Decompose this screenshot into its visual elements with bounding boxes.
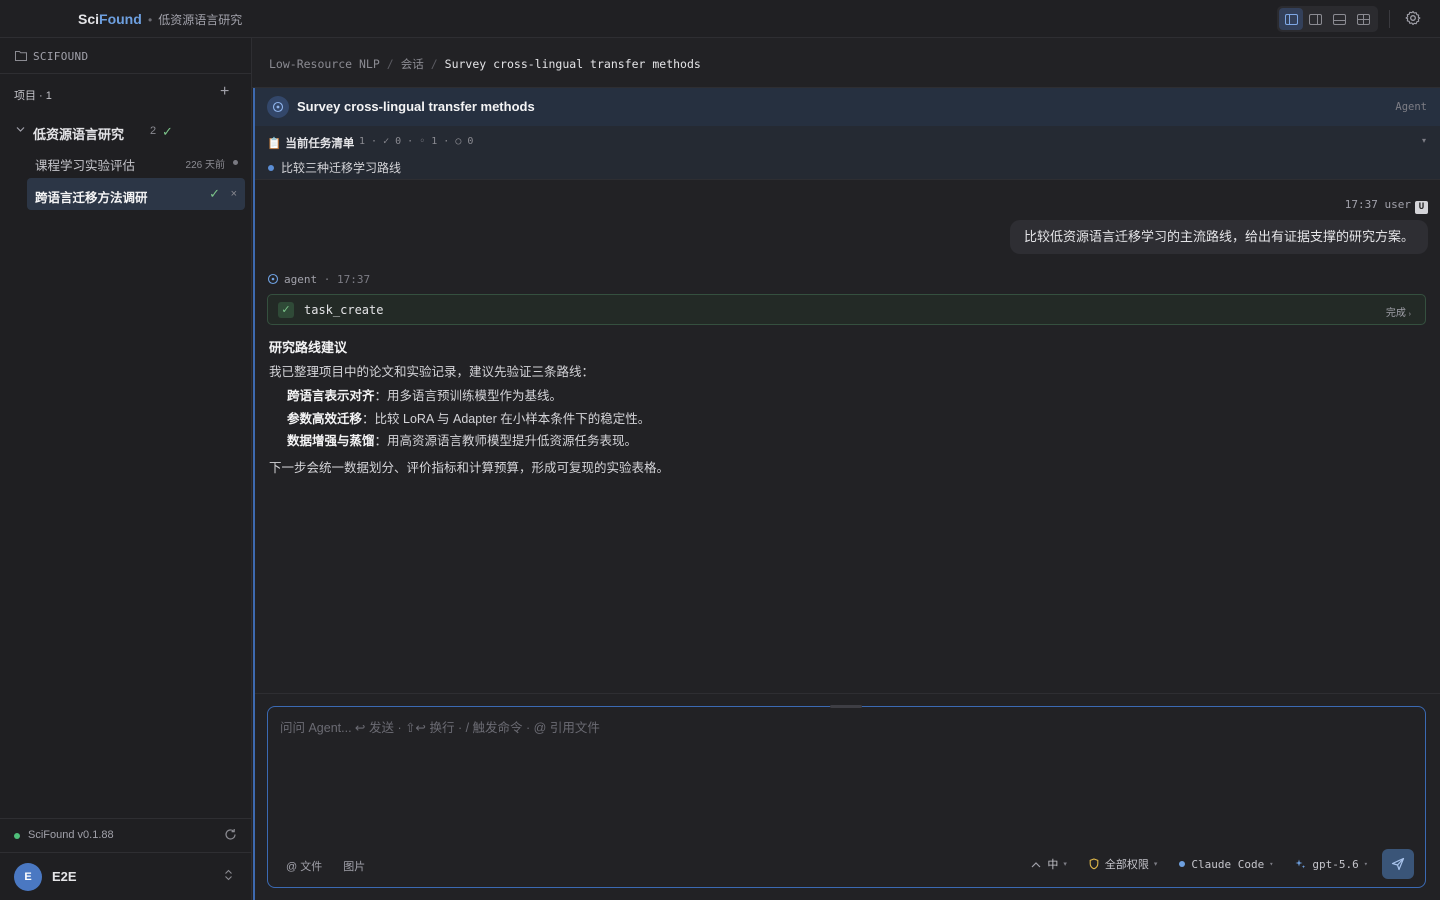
bottom-panel-icon — [1332, 13, 1346, 25]
attach-image-button[interactable]: 图片 — [343, 861, 365, 873]
project-name: 低资源语言研究 — [33, 127, 125, 142]
current-project-label: • 低资源语言研究 — [148, 13, 243, 27]
list-item: 参数高效迁移：比较 LoRA 与 Adapter 在小样本条件下的稳定性。 — [287, 411, 651, 426]
session-title: 课程学习实验评估 — [35, 159, 136, 173]
attachment-options: @ 文件 图片 — [286, 858, 383, 874]
agent-icon — [267, 273, 279, 285]
avatar: E — [14, 863, 42, 891]
answer-heading: 研究路线建议 — [269, 340, 348, 355]
agent-dot-icon — [1179, 861, 1186, 867]
check-icon: ✓ — [209, 186, 220, 201]
session-role: Agent — [1395, 101, 1427, 113]
layout-switcher — [1277, 6, 1378, 32]
task-list-header[interactable]: 📋 当前任务清单 — [267, 135, 354, 151]
workspace-label: SCIFOUND — [33, 50, 89, 63]
breadcrumb: Low-Resource NLP / 会话 / Survey cross-lingual… — [269, 57, 701, 71]
tool-name: task_create — [304, 303, 384, 317]
effort-selector[interactable]: 中 ▾ — [1031, 856, 1067, 872]
breadcrumb-project[interactable]: Low-Resource NLP — [269, 57, 380, 71]
clipboard-icon: 📋 — [267, 138, 282, 150]
layout-bottom-panel-button[interactable] — [1327, 8, 1351, 30]
layout-grid-button[interactable] — [1351, 8, 1375, 30]
sidebar: SCIFOUND 项目 · 1 + 低资源语言研究 2 ✓ 课程学习实验评估 2… — [0, 38, 252, 900]
top-bar: SciFound • 低资源语言研究 — [0, 0, 1440, 38]
answer-points: 跨语言表示对齐：用多语言预训练模型作为基线。 参数高效迁移：比较 LoRA 与 … — [269, 385, 1169, 453]
grid-icon — [1356, 13, 1370, 25]
list-item: 跨语言表示对齐：用多语言预训练模型作为基线。 — [287, 389, 563, 403]
chevron-up-icon — [1031, 861, 1041, 867]
gear-icon — [1405, 10, 1421, 26]
check-icon: ✓ — [278, 302, 294, 318]
breadcrumb-current: Survey cross-lingual transfer methods — [444, 57, 701, 71]
tool-status: 完成 › — [1385, 308, 1411, 319]
collapse-icon[interactable]: ▾ — [1422, 136, 1426, 145]
send-button[interactable] — [1382, 849, 1414, 879]
composer: @ 文件 图片 中▾ 全部权限▾ Claude Code▾ gpt-5.6▾ — [267, 706, 1426, 888]
task-stats: 1 · ✓ 0 · ◦ 1 · ○ 0 — [359, 136, 474, 147]
projects-header: 项目 · 1 — [14, 90, 52, 102]
answer-outro: 下一步会统一数据划分、评价指标和计算预算，形成可复现的实验表格。 — [269, 460, 670, 475]
session-time: 226 天前 — [185, 160, 225, 171]
divider — [255, 693, 1440, 694]
chevron-updown-icon — [225, 869, 232, 881]
settings-button[interactable] — [1405, 10, 1421, 29]
refresh-icon[interactable] — [224, 828, 237, 841]
session-title: Survey cross-lingual transfer methods — [297, 99, 535, 114]
version-label: SciFound v0.1.88 — [28, 829, 114, 841]
shield-icon — [1089, 858, 1099, 870]
user-menu[interactable]: E E2E — [0, 852, 251, 900]
message-input[interactable] — [280, 717, 1410, 827]
app-logo: SciFound — [78, 11, 142, 27]
list-item: 数据增强与蒸馏：用高资源语言教师模型提升低资源任务表现。 — [287, 434, 638, 448]
chevron-down-icon — [16, 127, 25, 132]
session-title: 跨语言迁移方法调研 — [35, 191, 148, 205]
left-panel-icon — [1284, 13, 1298, 25]
agent-message-meta: agent · 17:37 — [267, 273, 370, 286]
session-header: Survey cross-lingual transfer methods Ag… — [255, 88, 1440, 126]
session-item-active[interactable]: 跨语言迁移方法调研 ✓ × — [27, 178, 245, 210]
composer-controls: 中 ▾ 全部权限 ▾ Claude Code ▾ gpt-5.6 ▾ — [1031, 849, 1414, 879]
tool-call-card[interactable]: ✓ task_create 完成 › — [267, 294, 1426, 325]
workspace-header[interactable]: SCIFOUND — [0, 38, 251, 74]
project-group[interactable]: 低资源语言研究 2 ✓ — [14, 122, 244, 142]
breadcrumb-section[interactable]: 会话 — [401, 57, 424, 71]
status-dot — [233, 160, 238, 165]
chat-area: 17:37 user U 比较低资源语言迁移学习的主流路线，给出有证据支撑的研究方… — [255, 180, 1440, 693]
resize-handle[interactable] — [830, 705, 862, 708]
folder-icon — [15, 51, 27, 61]
attach-file-button[interactable]: @ 文件 — [286, 861, 322, 873]
task-item: 比较三种迁移学习路线 — [268, 159, 401, 176]
version-row: SciFound v0.1.88 — [0, 818, 251, 852]
close-session-button[interactable]: × — [231, 188, 237, 200]
sparkle-icon — [1295, 859, 1306, 868]
check-icon: ✓ — [162, 124, 173, 139]
layout-right-sidebar-button[interactable] — [1303, 8, 1327, 30]
agent-icon — [267, 96, 289, 118]
user-name: E2E — [52, 869, 77, 884]
right-panel-icon — [1308, 13, 1322, 25]
user-message-meta: 17:37 user U — [1345, 198, 1428, 214]
user-badge: U — [1415, 201, 1428, 214]
session-item[interactable]: 课程学习实验评估 226 天前 — [27, 146, 245, 178]
permission-selector[interactable]: 全部权限 ▾ — [1089, 856, 1157, 872]
add-project-button[interactable]: + — [220, 84, 229, 100]
agent-selector[interactable]: Claude Code ▾ — [1179, 858, 1273, 871]
main-panel: Low-Resource NLP / 会话 / Survey cross-lingual… — [252, 38, 1440, 900]
answer-intro: 我已整理项目中的论文和实验记录，建议先验证三条路线： — [269, 365, 595, 379]
layout-left-sidebar-button[interactable] — [1279, 8, 1303, 30]
task-bullet — [268, 165, 274, 171]
project-session-count: 2 — [150, 125, 157, 137]
send-icon — [1391, 857, 1405, 871]
model-selector[interactable]: gpt-5.6 ▾ — [1295, 858, 1368, 871]
online-status-dot — [14, 833, 20, 839]
agent-answer: 研究路线建议 我已整理项目中的论文和实验记录，建议先验证三条路线： 跨语言表示对… — [269, 336, 1169, 480]
toolbar-divider — [1389, 10, 1390, 28]
task-list: 📋 当前任务清单 1 · ✓ 0 · ◦ 1 · ○ 0 ▾ 比较三种迁移学习路线 — [255, 126, 1440, 180]
user-message: 比较低资源语言迁移学习的主流路线，给出有证据支撑的研究方案。 — [1009, 220, 1428, 254]
